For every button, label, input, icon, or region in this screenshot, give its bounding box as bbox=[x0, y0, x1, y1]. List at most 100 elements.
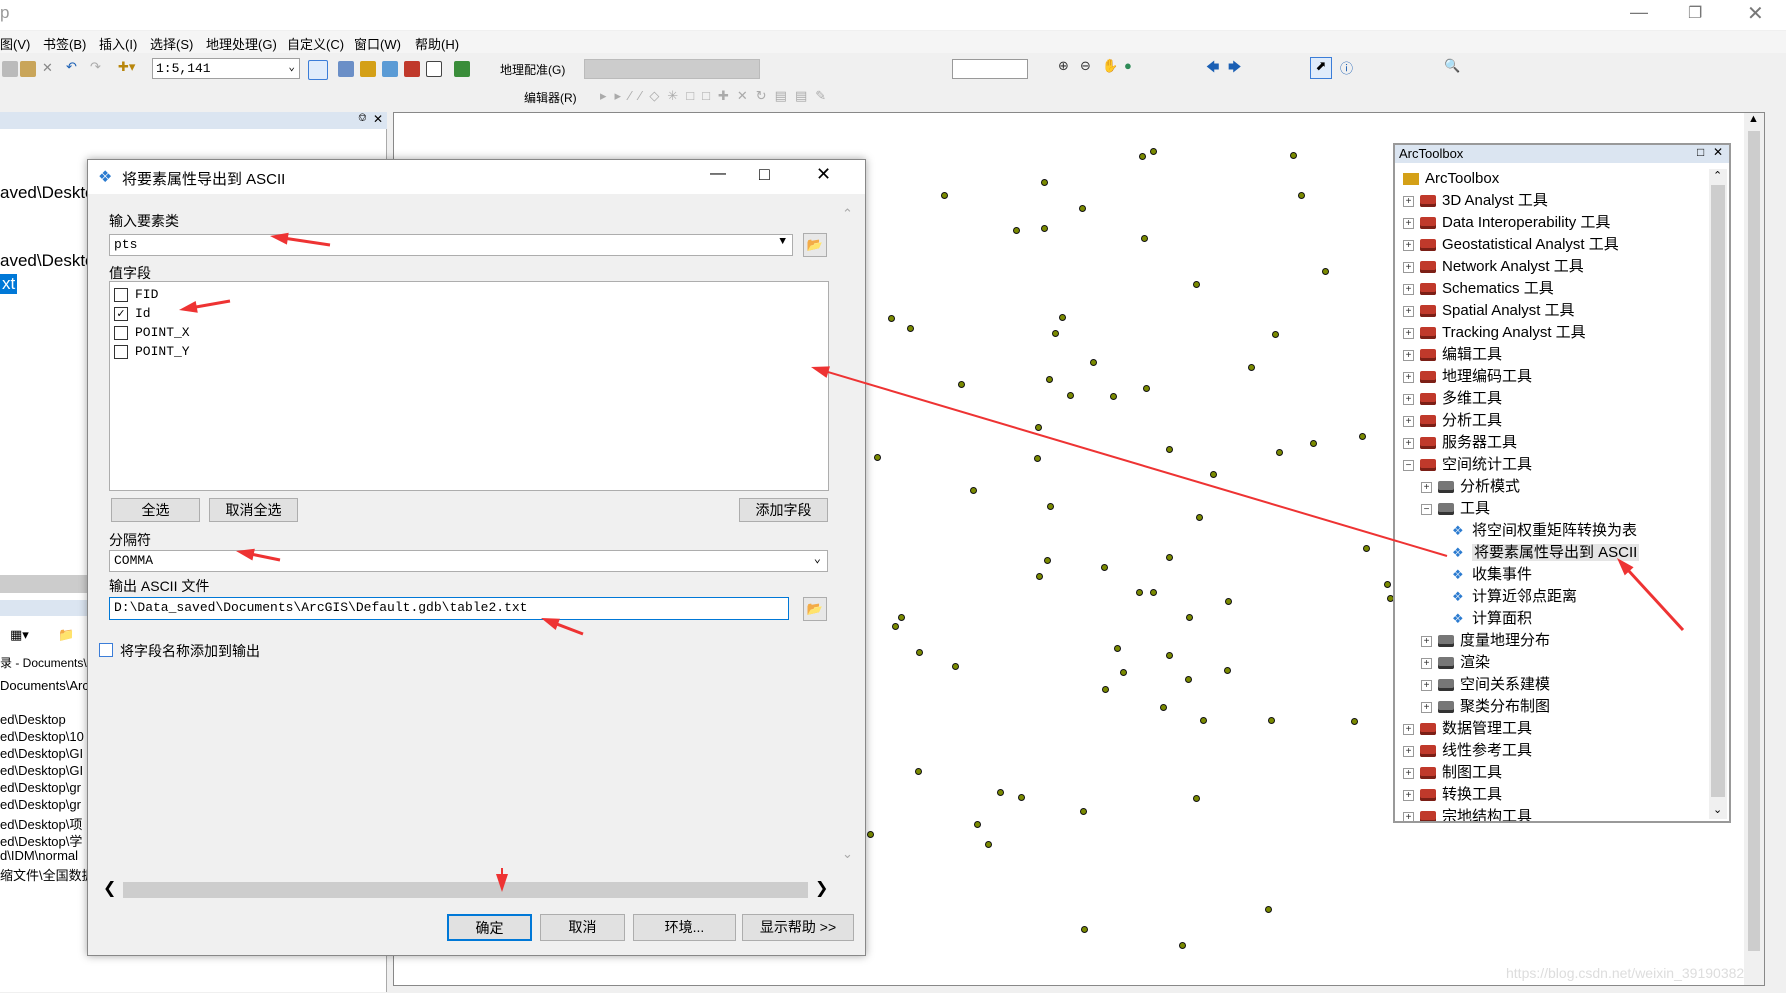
expand-icon[interactable]: + bbox=[1403, 745, 1414, 757]
tree-item[interactable]: ❖ 将空间权重矩阵转换为表 bbox=[1452, 521, 1637, 541]
expand-icon[interactable]: + bbox=[1403, 217, 1414, 229]
zoom-in-icon[interactable]: ⊕ bbox=[1058, 58, 1069, 74]
expand-icon[interactable]: + bbox=[1421, 481, 1432, 493]
expand-icon[interactable]: + bbox=[1403, 371, 1414, 383]
tree-item[interactable]: + 分析模式 bbox=[1421, 477, 1520, 497]
scroll-thumb[interactable] bbox=[123, 882, 808, 898]
expand-icon[interactable]: + bbox=[1421, 657, 1432, 669]
catalog-item[interactable]: ed\Desktop\gr bbox=[0, 797, 81, 812]
tree-item[interactable]: +3D Analyst 工具 bbox=[1403, 191, 1548, 211]
menu-customize[interactable]: 自定义(C) bbox=[287, 34, 344, 53]
expand-icon[interactable]: + bbox=[1403, 239, 1414, 251]
scroll-up-icon[interactable]: ▲ bbox=[1748, 113, 1759, 125]
expand-icon[interactable]: + bbox=[1421, 701, 1432, 713]
identify-icon[interactable]: ⓘ bbox=[1340, 58, 1353, 77]
zoom-out-icon[interactable]: ⊖ bbox=[1080, 58, 1091, 74]
toc-item-selected[interactable]: xt bbox=[0, 274, 18, 294]
browse-folder-icon[interactable]: 📂 bbox=[803, 597, 827, 621]
expand-icon[interactable]: + bbox=[1403, 811, 1414, 821]
model-builder-icon[interactable] bbox=[454, 61, 470, 77]
menu-insert[interactable]: 插入(I) bbox=[99, 34, 137, 53]
tree-item[interactable]: − 空间统计工具 bbox=[1403, 455, 1532, 475]
cancel-button[interactable]: 取消 bbox=[540, 914, 625, 941]
catalog-item[interactable]: ed\Desktop\10 bbox=[0, 729, 84, 744]
table-of-contents-icon[interactable] bbox=[338, 61, 354, 77]
tree-item[interactable]: + 制图工具 bbox=[1403, 763, 1502, 783]
scroll-up-icon[interactable]: ⌃ bbox=[842, 206, 853, 222]
browse-folder-icon[interactable]: 📂 bbox=[803, 233, 827, 257]
dropdown-arrow-icon[interactable]: ▼ bbox=[779, 236, 786, 248]
dialog-close-button[interactable]: ✕ bbox=[816, 164, 831, 185]
maximize-icon[interactable]: □ bbox=[1697, 145, 1704, 159]
undo-icon[interactable]: ↶ bbox=[66, 59, 77, 75]
tree-item[interactable]: + 地理编码工具 bbox=[1403, 367, 1532, 387]
select-elements-icon[interactable]: ⬈ bbox=[1310, 57, 1332, 79]
tree-item[interactable]: ❖ 计算面积 bbox=[1452, 609, 1532, 629]
tree-item[interactable]: + 聚类分布制图 bbox=[1421, 697, 1550, 717]
scroll-thumb[interactable] bbox=[1711, 185, 1725, 797]
catalog-icon[interactable] bbox=[360, 61, 376, 77]
catalog-item[interactable]: d\IDM\normal bbox=[0, 848, 78, 863]
catalog-item[interactable]: ed\Desktop\gr bbox=[0, 780, 81, 795]
dialog-maximize-button[interactable]: □ bbox=[759, 164, 770, 185]
close-button[interactable]: ✕ bbox=[1747, 1, 1764, 26]
expand-icon[interactable]: + bbox=[1403, 305, 1414, 317]
expand-icon[interactable]: + bbox=[1403, 261, 1414, 273]
tree-item[interactable]: + 宗地结构工具 bbox=[1403, 807, 1532, 821]
expand-icon[interactable]: + bbox=[1403, 767, 1414, 779]
scroll-left-icon[interactable]: ❮ bbox=[103, 878, 116, 898]
expand-icon[interactable]: + bbox=[1403, 195, 1414, 207]
tree-item[interactable]: ❖ 计算近邻点距离 bbox=[1452, 587, 1577, 607]
search-window-icon[interactable] bbox=[382, 61, 398, 77]
add-field-names-checkbox[interactable] bbox=[99, 643, 113, 657]
add-data-icon[interactable]: ✚▾ bbox=[118, 59, 135, 75]
menu-selection[interactable]: 选择(S) bbox=[150, 34, 193, 53]
menu-bookmarks[interactable]: 书签(B) bbox=[43, 34, 86, 53]
field-checkbox[interactable] bbox=[114, 345, 128, 359]
expand-icon[interactable]: + bbox=[1403, 283, 1414, 295]
forward-icon[interactable]: 🡆 bbox=[1228, 58, 1241, 80]
tree-item[interactable]: + 多维工具 bbox=[1403, 389, 1502, 409]
new-folder-icon[interactable]: 📁 bbox=[58, 627, 74, 643]
expand-icon[interactable]: + bbox=[1403, 349, 1414, 361]
environments-button[interactable]: 环境... bbox=[633, 914, 736, 941]
copy-icon[interactable] bbox=[2, 61, 18, 77]
toolbox-scrollbar[interactable]: ⌃ ⌄ bbox=[1709, 169, 1727, 819]
menu-view[interactable]: 图(V) bbox=[0, 34, 30, 53]
toc-item[interactable]: aved\Deskto bbox=[0, 183, 95, 203]
show-help-button[interactable]: 显示帮助 >> bbox=[742, 914, 854, 941]
scroll-down-icon[interactable]: ⌄ bbox=[1713, 803, 1722, 816]
menu-geoprocessing[interactable]: 地理处理(G) bbox=[206, 34, 277, 53]
ok-button[interactable]: 确定 bbox=[447, 914, 532, 941]
field-checkbox[interactable]: ✓ bbox=[114, 307, 128, 321]
tree-item[interactable]: + 空间关系建模 bbox=[1421, 675, 1550, 695]
scroll-thumb[interactable] bbox=[1748, 131, 1760, 951]
full-extent-icon[interactable]: ● bbox=[1124, 58, 1132, 73]
tree-item[interactable]: + Schematics 工具 bbox=[1403, 279, 1554, 299]
collapse-icon[interactable]: − bbox=[1421, 503, 1432, 515]
tree-item[interactable]: + Data Interoperability 工具 bbox=[1403, 213, 1610, 233]
toc-item[interactable]: aved\Deskto bbox=[0, 251, 95, 271]
tree-item[interactable]: + 编辑工具 bbox=[1403, 345, 1502, 365]
dialog-vertical-scrollbar[interactable]: ⌃ ⌄ bbox=[840, 206, 858, 868]
menu-help[interactable]: 帮助(H) bbox=[415, 34, 459, 53]
minimize-button[interactable]: — bbox=[1630, 2, 1648, 23]
scroll-right-icon[interactable]: ❯ bbox=[815, 878, 828, 898]
expand-icon[interactable]: + bbox=[1421, 679, 1432, 691]
deselect-all-button[interactable]: 取消全选 bbox=[209, 498, 298, 522]
map-vertical-scrollbar[interactable]: ▲ bbox=[1744, 113, 1764, 985]
pin-icon[interactable]: ⎊ bbox=[358, 112, 367, 125]
catalog-item[interactable]: ed\Desktop\GI bbox=[0, 746, 83, 761]
tree-item[interactable]: + 渲染 bbox=[1421, 653, 1490, 673]
tree-item[interactable]: + Spatial Analyst 工具 bbox=[1403, 301, 1575, 321]
collapse-icon[interactable]: − bbox=[1403, 459, 1414, 471]
restore-button[interactable]: ❐ bbox=[1688, 3, 1702, 23]
expand-icon[interactable]: + bbox=[1421, 635, 1432, 647]
tree-item[interactable]: + 服务器工具 bbox=[1403, 433, 1517, 453]
dialog-minimize-button[interactable]: — bbox=[710, 165, 726, 183]
tree-item[interactable]: + 分析工具 bbox=[1403, 411, 1502, 431]
expand-icon[interactable]: + bbox=[1403, 789, 1414, 801]
tree-item[interactable]: + Network Analyst 工具 bbox=[1403, 257, 1584, 277]
tree-item[interactable]: ❖ 收集事件 bbox=[1452, 565, 1532, 585]
tree-item[interactable]: + 度量地理分布 bbox=[1421, 631, 1550, 651]
